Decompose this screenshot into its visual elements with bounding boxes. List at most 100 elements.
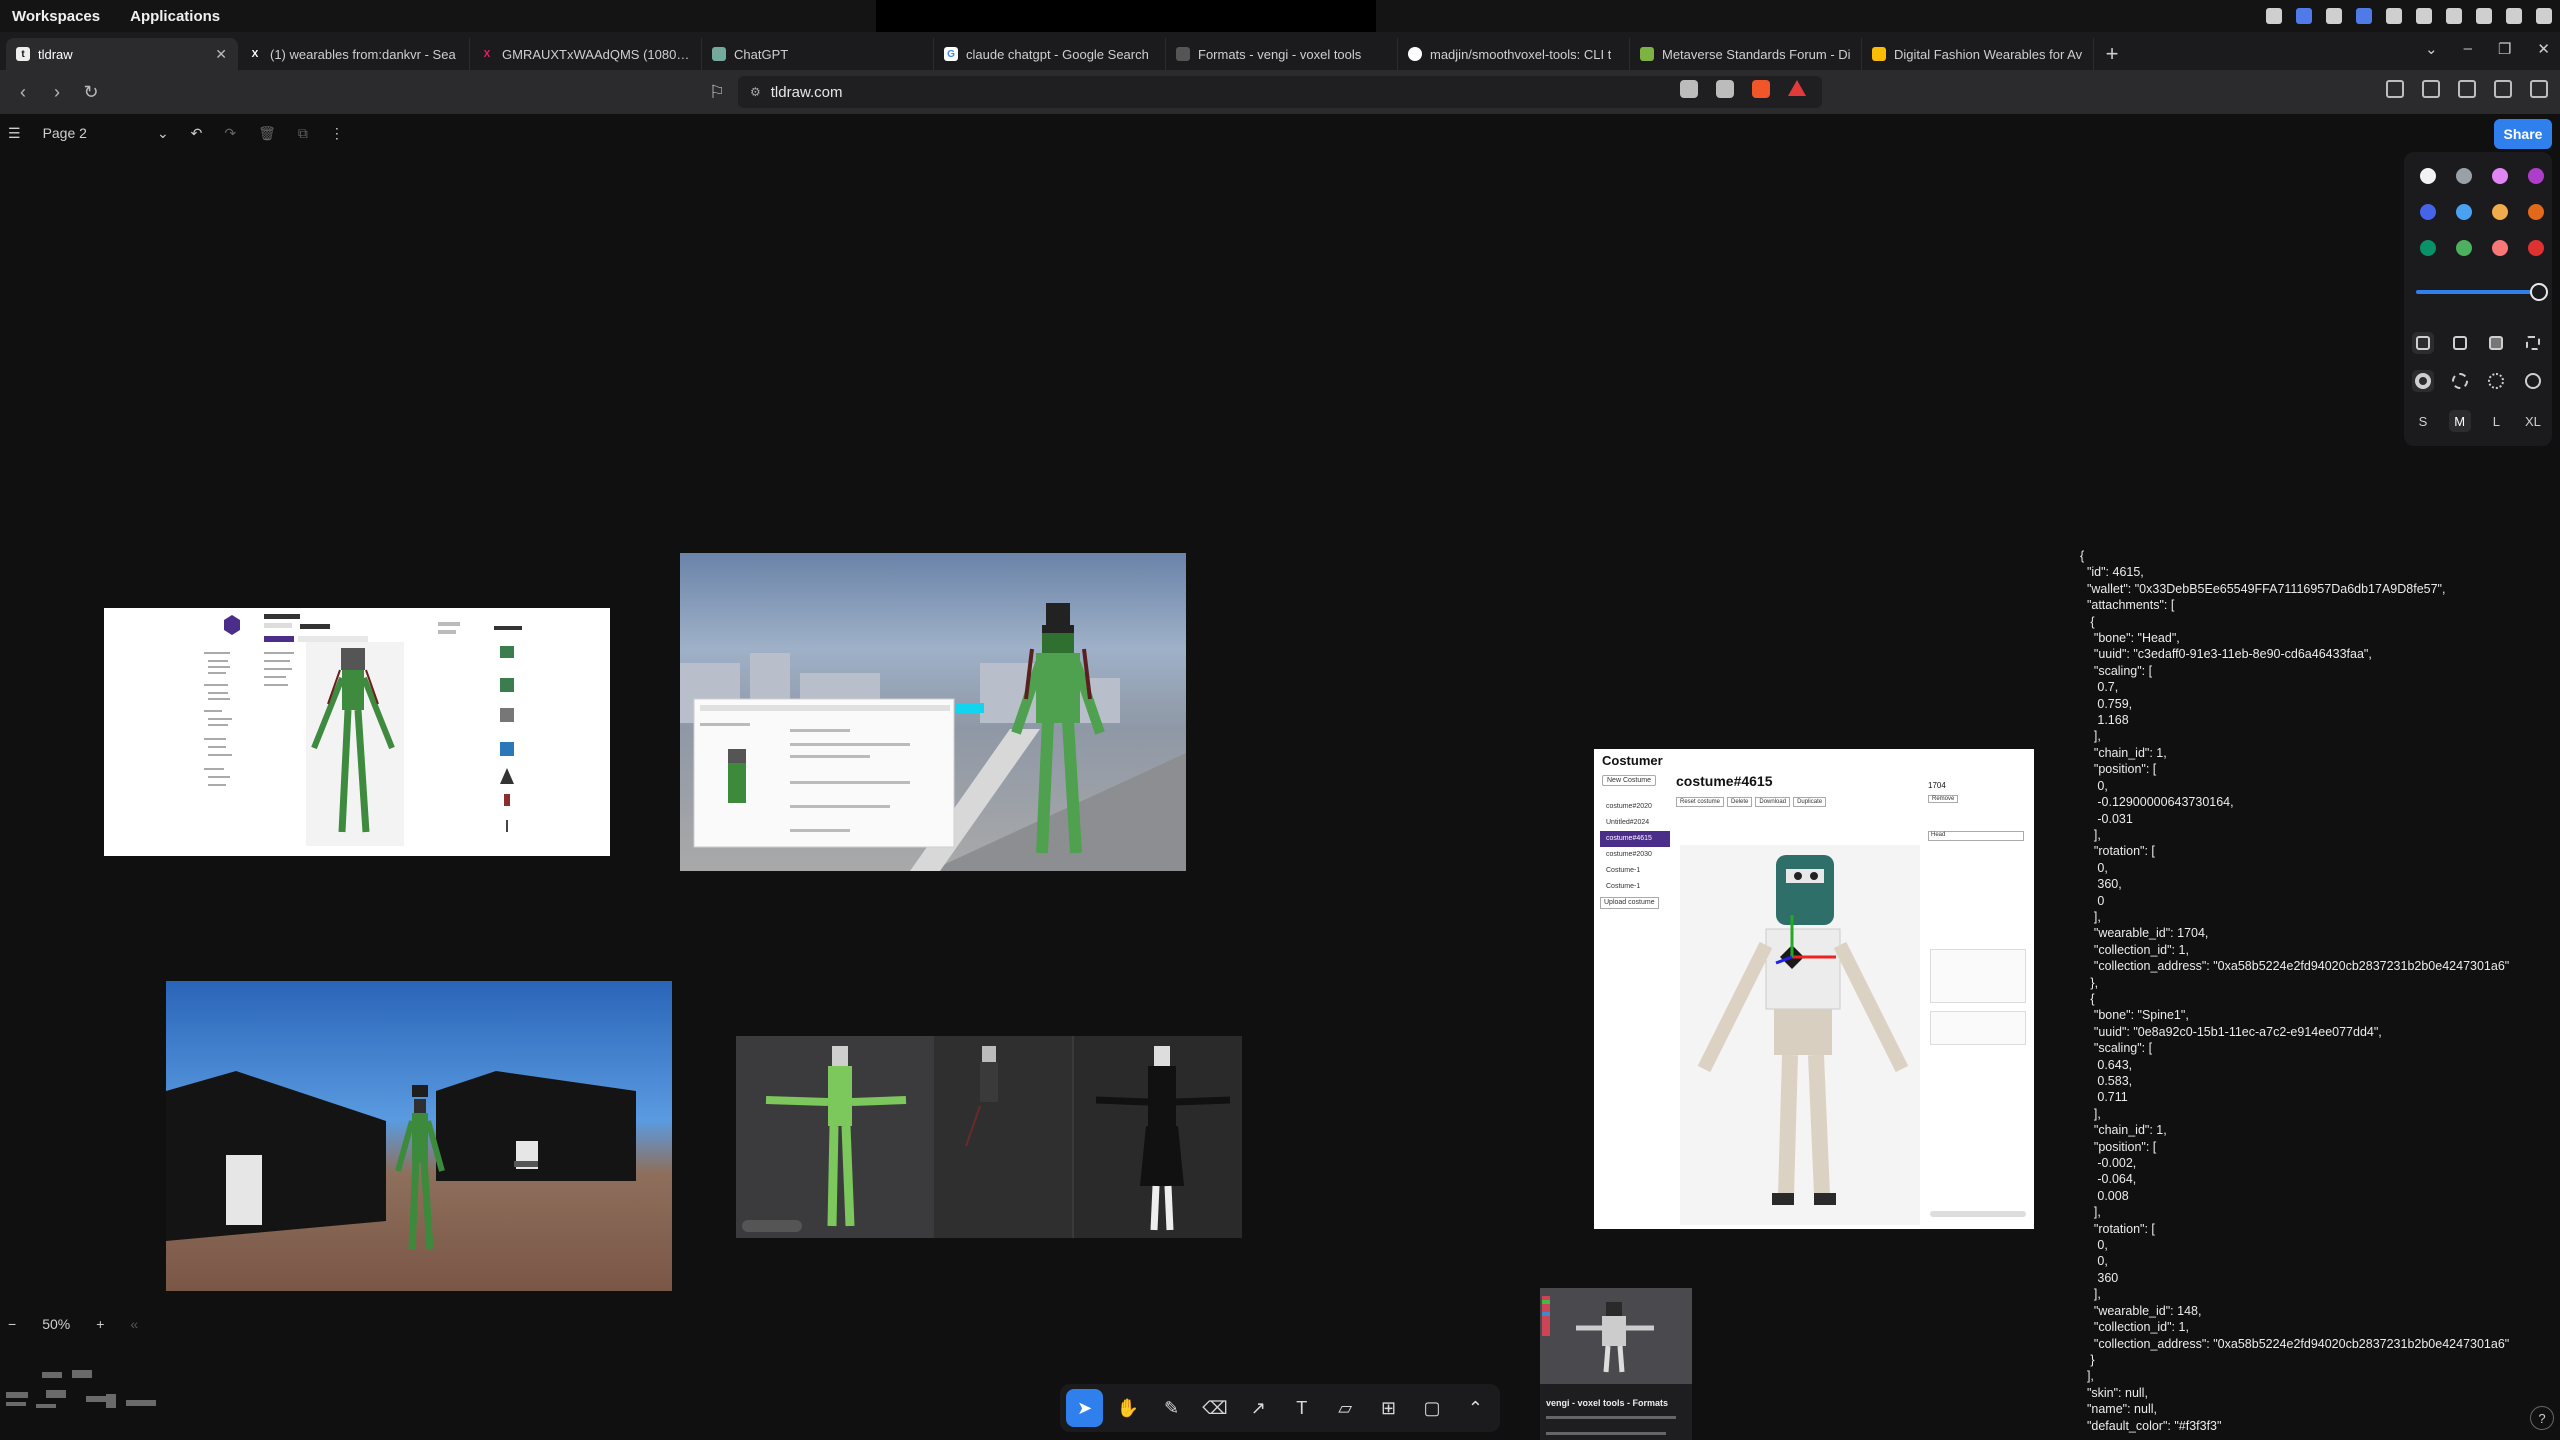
download-button[interactable]: Download — [1755, 797, 1791, 807]
tab-x-image[interactable]: X GMRAUXTxWAAdQMS (1080×608) — [470, 38, 702, 70]
reset-costume-button[interactable]: Reset costume — [1676, 797, 1725, 807]
discord-icon[interactable] — [2386, 8, 2402, 24]
workspaces-menu[interactable]: Workspaces — [12, 8, 100, 25]
key-icon[interactable] — [2446, 8, 2462, 24]
tab-tldraw[interactable]: t tldraw ✕ — [6, 38, 238, 70]
wallet-icon[interactable] — [2494, 80, 2512, 98]
scrollbar[interactable] — [1930, 1211, 2026, 1217]
reload-icon[interactable]: ↻ — [74, 75, 108, 109]
costume-list-item[interactable]: costume#2030 — [1600, 847, 1670, 863]
minimap[interactable] — [6, 1360, 170, 1414]
size-m-option[interactable]: M — [2448, 410, 2471, 432]
opacity-slider[interactable] — [2416, 283, 2548, 301]
color-swatch[interactable] — [2528, 204, 2544, 220]
more-tools-icon[interactable]: ⌃ — [1457, 1389, 1494, 1427]
note-tool-icon[interactable]: ▱ — [1326, 1389, 1363, 1427]
bone-select[interactable]: Head — [1928, 831, 2024, 841]
costume-list-item[interactable]: Costume-1 — [1600, 879, 1670, 895]
help-button[interactable]: ? — [2530, 1406, 2554, 1430]
color-swatch[interactable] — [2492, 168, 2508, 184]
applications-menu[interactable]: Applications — [130, 8, 220, 25]
page-selector[interactable]: Page 2 ⌄ — [43, 125, 169, 142]
draw-tool-icon[interactable]: ✎ — [1153, 1389, 1190, 1427]
extensions-icon[interactable] — [2386, 80, 2404, 98]
more-icon[interactable]: ⋮ — [330, 125, 344, 142]
color-swatch[interactable] — [2456, 204, 2472, 220]
tab-chatgpt[interactable]: ChatGPT — [702, 38, 934, 70]
color-swatch[interactable] — [2456, 168, 2472, 184]
costume-list-item-selected[interactable]: costume#4615 — [1600, 831, 1670, 847]
media-tool-icon[interactable]: ⊞ — [1370, 1389, 1407, 1427]
upload-costume-button[interactable]: Upload costume — [1600, 897, 1659, 909]
redo-icon[interactable]: ↷ — [224, 125, 236, 142]
app-icon[interactable] — [2326, 8, 2342, 24]
duplicate-icon[interactable]: ⧉ — [298, 125, 308, 142]
size-s-option[interactable]: S — [2412, 410, 2434, 432]
arrow-tool-icon[interactable]: ↗ — [1240, 1389, 1277, 1427]
remove-button[interactable]: Remove — [1928, 795, 1959, 803]
restore-icon[interactable]: ❐ — [2498, 40, 2511, 58]
eraser-tool-icon[interactable]: ⌫ — [1196, 1389, 1233, 1427]
color-swatch[interactable] — [2420, 240, 2436, 256]
color-swatch[interactable] — [2492, 204, 2508, 220]
tab-msf[interactable]: Metaverse Standards Forum - Di — [1630, 38, 1862, 70]
collapse-minimap-icon[interactable]: « — [130, 1316, 138, 1332]
size-xl-option[interactable]: XL — [2522, 410, 2544, 432]
share-button[interactable]: Share — [2494, 119, 2552, 149]
dash-draw-option[interactable] — [2412, 370, 2434, 392]
close-window-icon[interactable]: ✕ — [2537, 40, 2550, 58]
image-vengi-card[interactable]: vengi - voxel tools - Formats — [1540, 1288, 1692, 1440]
trash-icon[interactable]: 🗑 — [258, 125, 276, 142]
power-icon[interactable] — [2536, 8, 2552, 24]
duplicate-button[interactable]: Duplicate — [1793, 797, 1827, 807]
bookmark-icon[interactable]: ⚐ — [700, 75, 734, 109]
tab-google[interactable]: G claude chatgpt - Google Search — [934, 38, 1166, 70]
image-city-scene[interactable] — [680, 553, 1186, 871]
rectangle-tool-icon[interactable]: ▢ — [1413, 1389, 1450, 1427]
select-tool-icon[interactable]: ➤ — [1066, 1389, 1104, 1427]
fill-semi-option[interactable] — [2449, 332, 2471, 354]
color-swatch[interactable] — [2420, 168, 2436, 184]
files-icon[interactable] — [2266, 8, 2282, 24]
brave-shield-icon[interactable] — [1752, 80, 1770, 98]
close-icon[interactable]: ✕ — [215, 46, 227, 63]
share-icon[interactable] — [1716, 80, 1734, 98]
profile-icon[interactable] — [2296, 8, 2312, 24]
size-l-option[interactable]: L — [2485, 410, 2507, 432]
image-costumer-ui[interactable] — [104, 608, 610, 856]
costume-list-item[interactable]: costume#2020 — [1600, 799, 1670, 815]
hand-tool-icon[interactable]: ✋ — [1109, 1389, 1146, 1427]
costume-json-text[interactable]: { "id": 4615, "wallet": "0x33DebB5Ee6554… — [2080, 548, 2560, 1434]
text-tool-icon[interactable]: T — [1283, 1389, 1320, 1427]
color-swatch[interactable] — [2492, 240, 2508, 256]
dash-dashed-option[interactable] — [2449, 370, 2471, 392]
tab-github[interactable]: madjin/smoothvoxel-tools: CLI t — [1398, 38, 1630, 70]
zoom-out-icon[interactable]: − — [8, 1316, 16, 1332]
cast-icon[interactable] — [1680, 80, 1698, 98]
undo-icon[interactable]: ↶ — [191, 125, 203, 142]
new-costume-button[interactable]: New Costume — [1602, 775, 1656, 786]
fill-pattern-option[interactable] — [2522, 332, 2544, 354]
tab-x-search[interactable]: X (1) wearables from:dankvr - Sea — [238, 38, 470, 70]
menu-icon[interactable] — [2530, 80, 2548, 98]
image-costumer-4615[interactable]: Costumer New Costume costume#4615 Reset … — [1594, 749, 2034, 1229]
microphone-icon[interactable] — [2506, 8, 2522, 24]
brave-rewards-icon[interactable] — [1788, 80, 1806, 96]
delete-button[interactable]: Delete — [1727, 797, 1753, 807]
color-swatch[interactable] — [2528, 240, 2544, 256]
costume-list-item[interactable]: Untitled#2024 — [1600, 815, 1670, 831]
forward-icon[interactable]: › — [40, 75, 74, 109]
tab-vengi[interactable]: Formats - vengi - voxel tools — [1166, 38, 1398, 70]
sidebar-icon[interactable] — [2458, 80, 2476, 98]
color-swatch[interactable] — [2528, 168, 2544, 184]
color-swatch[interactable] — [2420, 204, 2436, 220]
window-icon[interactable] — [2416, 8, 2432, 24]
image-desert-scene[interactable] — [166, 981, 672, 1291]
image-avatar-views[interactable] — [736, 1036, 1242, 1238]
shield-icon[interactable] — [2356, 8, 2372, 24]
costume-list-item[interactable]: Costume-1 — [1600, 863, 1670, 879]
address-bar[interactable]: ⚙ tldraw.com — [738, 76, 1822, 108]
fill-none-option[interactable] — [2412, 332, 2434, 354]
fill-solid-option[interactable] — [2485, 332, 2507, 354]
minimize-icon[interactable]: – — [2464, 40, 2472, 58]
